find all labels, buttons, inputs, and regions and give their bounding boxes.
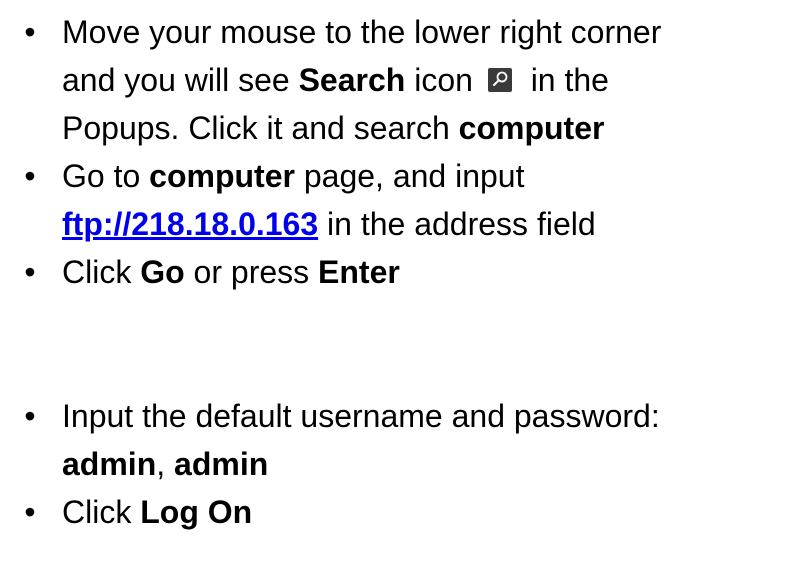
bullet: • bbox=[24, 254, 36, 290]
ftp-address-link[interactable]: ftp://218.18.0.163 bbox=[62, 206, 318, 242]
text-run: page, and input bbox=[294, 158, 525, 194]
bold-term: computer bbox=[149, 158, 295, 194]
bullet: • bbox=[24, 158, 36, 194]
text-line: Click Go or press Enter bbox=[62, 248, 767, 296]
bullet: • bbox=[24, 14, 36, 50]
step-text: Go to computer page, and input ftp://218.… bbox=[62, 152, 767, 248]
text-run: Input the default username and password: bbox=[62, 398, 660, 434]
bold-term: Log On bbox=[140, 494, 253, 530]
bold-term: Enter bbox=[318, 254, 400, 290]
bold-term: Search bbox=[298, 62, 406, 98]
text-line: Click Log On bbox=[62, 488, 767, 536]
text-line: Popups. Click it and search computer bbox=[62, 104, 767, 152]
text-run: in the bbox=[521, 62, 609, 98]
search-icon bbox=[487, 68, 512, 92]
step-text: Move your mouse to the lower right corne… bbox=[62, 8, 767, 152]
text-line: Move your mouse to the lower right corne… bbox=[62, 8, 767, 56]
text-line: admin, admin bbox=[62, 440, 767, 488]
text-run: , bbox=[156, 446, 175, 482]
bullet: • bbox=[24, 494, 36, 530]
text-run: Move your mouse to the lower right corne… bbox=[62, 14, 662, 50]
bold-term: admin bbox=[62, 446, 157, 482]
bold-term: Go bbox=[140, 254, 185, 290]
text-run: and you will see bbox=[62, 62, 299, 98]
text-run: Click bbox=[62, 254, 141, 290]
text-run: icon bbox=[405, 62, 482, 98]
step-text: Click Go or press Enter bbox=[62, 248, 767, 296]
text-run: in the address field bbox=[318, 206, 596, 242]
text-line: Input the default username and password: bbox=[62, 392, 767, 440]
text-run: or press bbox=[184, 254, 319, 290]
step-text: Input the default username and password:… bbox=[62, 392, 767, 488]
bold-term: computer bbox=[458, 110, 605, 146]
step-text: Click Log On bbox=[62, 488, 767, 536]
text-run: Popups. Click it and search bbox=[62, 110, 459, 146]
text-line: and you will see Search icon in the bbox=[62, 56, 767, 104]
text-line: ftp://218.18.0.163 in the address field bbox=[62, 200, 767, 248]
bullet: • bbox=[24, 398, 36, 434]
text-run: Click bbox=[62, 494, 141, 530]
text-run: Go to bbox=[62, 158, 150, 194]
text-line: Go to computer page, and input bbox=[62, 152, 767, 200]
bold-term: admin bbox=[174, 446, 269, 482]
